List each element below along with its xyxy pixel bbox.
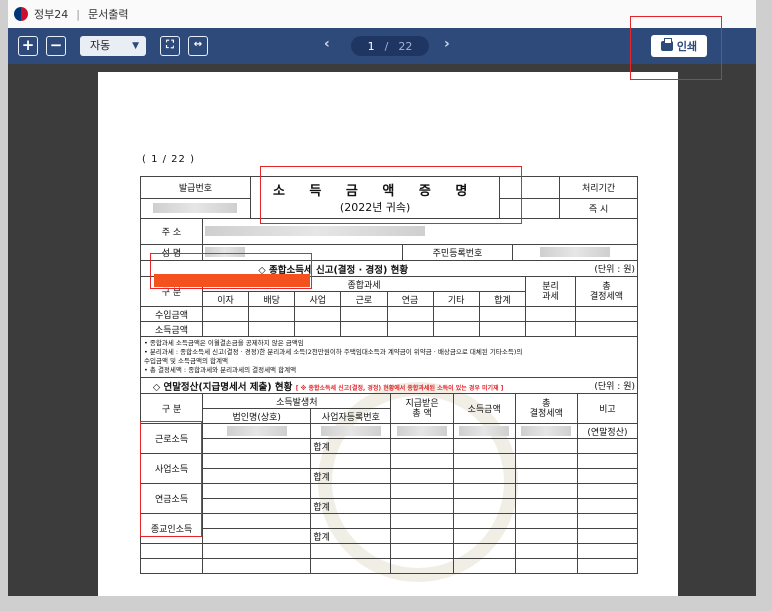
rrn-label: 주민등록번호 (402, 244, 513, 261)
rrn-value (512, 244, 638, 261)
s1-note-4: • 총 결정세액 : 종합과세와 분리과세의 결정세액 합계액 (144, 366, 297, 374)
current-page-input[interactable]: 1 (368, 40, 375, 53)
fit-width-button[interactable]: ↔ (188, 36, 208, 56)
period-label: 처리기간 (559, 176, 638, 199)
gov24-logo-icon (14, 7, 28, 21)
s2-col-tax: 총 결정세액 (514, 393, 578, 424)
section2-title: ◇ 연말정산(지급명세서 제출) 현황 (152, 381, 293, 393)
s2-col-payer: 소득발생처 (202, 393, 392, 409)
s1-note-1: • 종합과세 소득금액은 이월결손금을 공제하지 않은 금액임 (144, 339, 304, 347)
app-window: 정부24 | 문서출력 + − 자동 ▼ ⛶ ↔ ‹ 1 / 22 › 인쇄 (… (8, 0, 756, 596)
chevron-down-icon: ▼ (132, 41, 139, 51)
s1-notes: • 종합과세 소득금액은 이월결손금을 공제하지 않은 금액임 • 분리과세 :… (140, 336, 638, 378)
s1-sub-interest: 이자 (201, 291, 250, 307)
s2-col-income: 소득금액 (452, 393, 516, 424)
annotation-rows-box (140, 421, 202, 537)
s2-total-business: 합계 (310, 468, 392, 484)
issue-no-value (140, 198, 251, 219)
prev-page-button[interactable]: ‹ (324, 36, 330, 52)
zoom-value: 자동 (90, 39, 111, 52)
s2-col-paid: 지급받은 총 액 (390, 393, 454, 424)
s1-sub-dividend: 배당 (248, 291, 296, 307)
fit-width-icon: ↔ (193, 39, 203, 50)
zoom-out-button[interactable]: − (46, 36, 66, 56)
s1-sub-pension: 연금 (386, 291, 434, 307)
total-pages: 22 (398, 39, 413, 53)
s1-col-separate: 분리 과세 (525, 276, 576, 307)
s2-total-pension: 합계 (310, 498, 392, 514)
page-indicator: 1 / 22 (351, 36, 429, 56)
section2-red-note: [ ※ 종합소득세 신고(결정, 경정) 현황에서 종합과세된 소득이 있는 경… (295, 384, 504, 392)
issue-no-label: 발급번호 (140, 176, 251, 199)
window-title: 문서출력 (87, 8, 129, 21)
income-certificate-form: 발급번호 소 득 금 액 증 명 (2022년 귀속) 처리기간 즉 시 주 소… (139, 176, 639, 574)
section1-unit: (단위 : 원) (525, 260, 638, 277)
address-label: 주 소 (140, 218, 203, 245)
annotation-highlight (154, 274, 310, 287)
s1-sub-business: 사업 (294, 291, 342, 307)
s2-total-labor: 합계 (310, 438, 392, 454)
s1-note-3: 수입금액 및 소득금액의 합계액 (144, 357, 228, 365)
s1-row-revenue: 수입금액 (140, 306, 203, 322)
page-separator: / (384, 39, 389, 53)
document-viewer[interactable]: ( 1 / 22 ) 발급번호 소 득 금 액 증 명 (2022년 귀속) 처… (8, 64, 756, 596)
s2-total-religious: 합계 (310, 528, 392, 544)
annotation-title-box (260, 166, 522, 224)
fit-page-icon: ⛶ (166, 38, 174, 51)
s2-col-corp: 법인명(상호) (202, 408, 312, 424)
s1-sub-total: 합계 (478, 291, 527, 307)
s1-row-income: 소득금액 (140, 321, 203, 337)
zoom-in-button[interactable]: + (18, 36, 38, 56)
fit-page-button[interactable]: ⛶ (160, 36, 180, 56)
zoom-select[interactable]: 자동 ▼ (80, 36, 146, 56)
s2-col-note: 비고 (576, 393, 639, 424)
section2-unit: (단위 : 원) (515, 377, 639, 394)
period-value: 즉 시 (559, 198, 638, 219)
section2-table: ◇ 연말정산(지급명세서 제출) 현황 [ ※ 종합소득세 신고(결정, 경정)… (139, 377, 639, 574)
s1-note-2: • 분리과세 : 종합소득세 신고(결정 · 경정)한 분리과세 소득(2천만원… (144, 348, 523, 356)
s2-col-bizno: 사업자등록번호 (310, 408, 392, 424)
app-name: 정부24 (34, 8, 69, 21)
s1-sub-labor: 근로 (340, 291, 388, 307)
title-separator: | (76, 7, 80, 21)
page-number-text: ( 1 / 22 ) (142, 154, 195, 165)
s2-note-value: (연말정산) (576, 423, 639, 439)
section2-title-cell: ◇ 연말정산(지급명세서 제출) 현황 [ ※ 종합소득세 신고(결정, 경정)… (140, 377, 516, 394)
s2-col-gubun: 구 분 (139, 393, 204, 424)
next-page-button[interactable]: › (444, 36, 450, 52)
s1-sub-other: 기타 (432, 291, 480, 307)
s1-col-total: 총 결정세액 (575, 276, 638, 307)
annotation-print-box (630, 16, 722, 80)
